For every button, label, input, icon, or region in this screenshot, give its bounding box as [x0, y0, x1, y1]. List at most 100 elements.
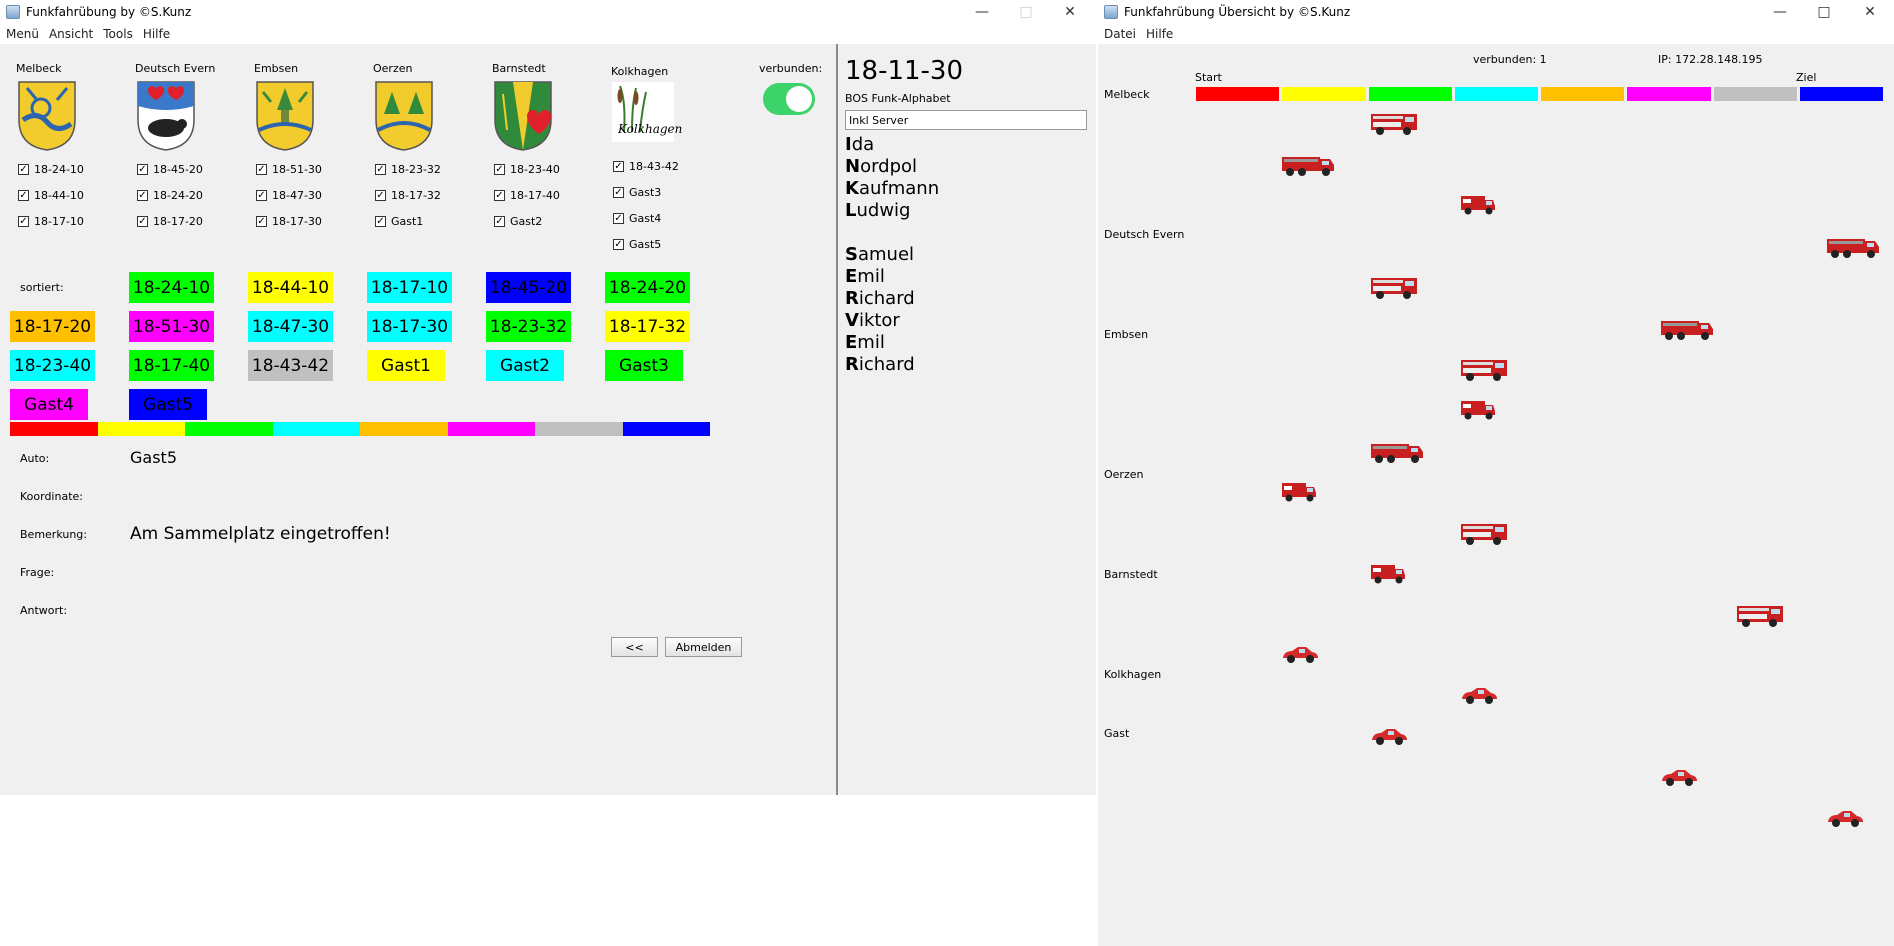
check-icon: ✓ — [256, 164, 267, 175]
checkbox-18-23-40[interactable]: ✓ 18-23-40 — [494, 163, 560, 176]
minimize-icon[interactable]: — — [1758, 0, 1802, 24]
checkbox-gast5[interactable]: ✓ Gast5 — [613, 238, 661, 251]
alphabet-word: Richard — [845, 288, 915, 309]
fire-truck-icon — [1369, 561, 1407, 588]
sorted-tile[interactable]: 18-47-30 — [248, 311, 333, 342]
checkbox-18-51-30[interactable]: ✓ 18-51-30 — [256, 163, 322, 176]
sorted-tile[interactable]: 18-17-30 — [367, 311, 452, 342]
check-icon: ✓ — [256, 190, 267, 201]
color-segment — [97, 422, 185, 436]
back-button[interactable]: << — [611, 637, 658, 657]
bemerkung-label: Bemerkung: — [20, 528, 87, 541]
sorted-tile[interactable]: 18-23-32 — [486, 311, 571, 342]
check-icon: ✓ — [18, 216, 29, 227]
barnstedt-crest-icon — [494, 81, 552, 151]
checkbox-18-24-20[interactable]: ✓ 18-24-20 — [137, 189, 203, 202]
main-window-title: Funkfahrübung by ©S.Kunz — [26, 5, 192, 19]
sorted-tile[interactable]: 18-17-40 — [129, 350, 214, 381]
sorted-tile[interactable]: 18-24-10 — [129, 272, 214, 303]
connected-toggle[interactable] — [763, 83, 815, 115]
connected-label: verbunden: — [759, 62, 823, 75]
sorted-tile[interactable]: Gast2 — [486, 350, 564, 381]
menu-datei[interactable]: Datei — [1104, 27, 1136, 41]
sorted-tile[interactable]: 18-17-32 — [605, 311, 690, 342]
sorted-tile[interactable]: Gast3 — [605, 350, 683, 381]
checkbox-18-23-32[interactable]: ✓ 18-23-32 — [375, 163, 441, 176]
row-label: Kolkhagen — [1104, 668, 1162, 681]
row-label: Deutsch Evern — [1104, 228, 1185, 241]
koordinate-label: Koordinate: — [20, 490, 83, 503]
app-icon — [1104, 5, 1118, 19]
sorted-tile[interactable]: 18-17-20 — [10, 311, 95, 342]
sorted-tile[interactable]: Gast5 — [129, 389, 207, 420]
menu-hilfe[interactable]: Hilfe — [1146, 27, 1173, 41]
alphabet-word: Emil — [845, 266, 885, 287]
checkbox-gast3[interactable]: ✓ Gast3 — [613, 186, 661, 199]
check-icon: ✓ — [613, 239, 624, 250]
check-icon: ✓ — [137, 164, 148, 175]
check-icon: ✓ — [494, 216, 505, 227]
menu-tools[interactable]: Tools — [103, 27, 133, 41]
sorted-tile[interactable]: Gast4 — [10, 389, 88, 420]
color-segment — [1196, 87, 1280, 101]
checkbox-18-17-30[interactable]: ✓ 18-17-30 — [256, 215, 322, 228]
maximize-icon[interactable]: □ — [1802, 0, 1846, 24]
start-label: Start — [1195, 71, 1222, 84]
app-icon — [6, 5, 20, 19]
color-segment — [1368, 87, 1452, 101]
alphabet-word: Kaufmann — [845, 178, 940, 199]
overview-window-title: Funkfahrübung Übersicht by ©S.Kunz — [1124, 5, 1351, 19]
town-name-kolkhagen: Kolkhagen — [611, 65, 669, 78]
alphabet-words-group2: Samuel Emil Richard Viktor Emil Richard — [845, 244, 915, 376]
minimize-icon[interactable]: — — [960, 0, 1004, 24]
color-segment — [1799, 87, 1883, 101]
sorted-tile[interactable]: 18-24-20 — [605, 272, 690, 303]
server-field[interactable]: Inkl Server — [845, 110, 1087, 130]
menu-hilfe[interactable]: Hilfe — [143, 27, 170, 41]
checkbox-18-17-40[interactable]: ✓ 18-17-40 — [494, 189, 560, 202]
maximize-icon[interactable]: □ — [1004, 0, 1048, 24]
checkbox-18-24-10[interactable]: ✓ 18-24-10 — [18, 163, 84, 176]
antwort-label: Antwort: — [20, 604, 68, 617]
desktop-area — [0, 795, 1096, 946]
close-icon[interactable]: ✕ — [1848, 0, 1892, 24]
sorted-tile[interactable]: 18-17-10 — [367, 272, 452, 303]
alphabet-word: Ludwig — [845, 200, 911, 221]
color-segment — [360, 422, 448, 436]
sorted-tile[interactable]: 18-51-30 — [129, 311, 214, 342]
color-segment — [10, 422, 98, 436]
checkbox-18-47-30[interactable]: ✓ 18-47-30 — [256, 189, 322, 202]
town-name-melbeck: Melbeck — [16, 62, 62, 75]
bemerkung-value: Am Sammelplatz eingetroffen! — [130, 524, 391, 544]
connected-count: verbunden: 1 — [1473, 53, 1547, 66]
menu-ansicht[interactable]: Ansicht — [49, 27, 93, 41]
auto-label: Auto: — [20, 452, 50, 465]
color-segment — [1713, 87, 1797, 101]
checkbox-18-17-32[interactable]: ✓ 18-17-32 — [375, 189, 441, 202]
checkbox-18-45-20[interactable]: ✓ 18-45-20 — [137, 163, 203, 176]
checkbox-18-44-10[interactable]: ✓ 18-44-10 — [18, 189, 84, 202]
fire-truck-icon — [1459, 356, 1509, 387]
checkbox-18-17-10[interactable]: ✓ 18-17-10 — [18, 215, 84, 228]
checkbox-gast1[interactable]: ✓ Gast1 — [375, 215, 423, 228]
logout-button[interactable]: Abmelden — [665, 637, 742, 657]
sorted-tile[interactable]: 18-44-10 — [248, 272, 333, 303]
sorted-tile[interactable]: Gast1 — [367, 350, 445, 381]
fire-truck-icon — [1659, 315, 1715, 346]
sorted-tile[interactable]: 18-45-20 — [486, 272, 571, 303]
kolkhagen-logo: Kolkhagen — [612, 82, 682, 142]
alphabet-word: Emil — [845, 332, 885, 353]
close-icon[interactable]: ✕ — [1048, 0, 1092, 24]
fire-truck-icon — [1369, 438, 1425, 469]
checkbox-18-43-42[interactable]: ✓ 18-43-42 — [613, 160, 679, 173]
checkbox-gast4[interactable]: ✓ Gast4 — [613, 212, 661, 225]
color-segment — [185, 422, 273, 436]
row-label: Melbeck — [1104, 88, 1150, 101]
checkbox-gast2[interactable]: ✓ Gast2 — [494, 215, 542, 228]
sorted-tile[interactable]: 18-23-40 — [10, 350, 95, 381]
fire-truck-icon — [1280, 151, 1336, 182]
check-icon: ✓ — [494, 190, 505, 201]
menu-menue[interactable]: Menü — [6, 27, 39, 41]
sorted-tile[interactable]: 18-43-42 — [248, 350, 333, 381]
checkbox-18-17-20[interactable]: ✓ 18-17-20 — [137, 215, 203, 228]
